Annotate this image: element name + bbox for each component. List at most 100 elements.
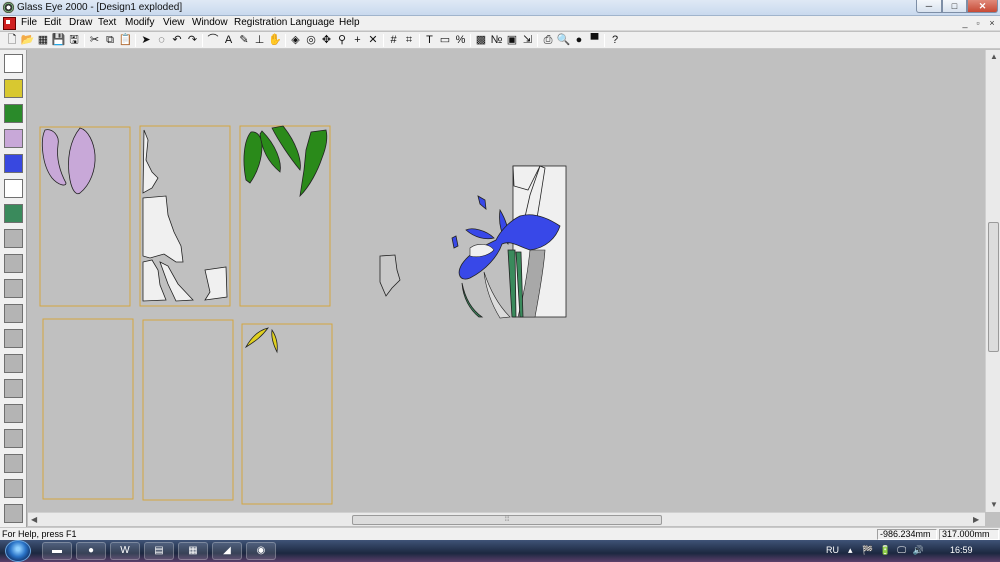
ruler-icon[interactable]: ▭ xyxy=(438,33,452,47)
text-tool-icon[interactable]: A xyxy=(222,33,236,47)
app-taskbar-icon[interactable]: ◢ xyxy=(212,542,242,560)
paste-icon[interactable]: 📋 xyxy=(119,33,133,47)
redo-icon[interactable]: ↷ xyxy=(186,33,200,47)
document-taskbar-icon[interactable]: ▤ xyxy=(144,542,174,560)
glass-eye-app-icon[interactable] xyxy=(2,1,15,14)
swatch-yellow-texture[interactable] xyxy=(4,79,23,98)
print-preview-icon[interactable]: 🔍 xyxy=(557,33,571,47)
cut-icon[interactable]: ✂ xyxy=(88,33,102,47)
scroll-right-icon[interactable]: ▶ xyxy=(973,515,979,524)
swatch-green-texture[interactable] xyxy=(4,104,23,123)
grid-icon[interactable]: # xyxy=(387,33,401,47)
zoom-icon[interactable]: ⚲ xyxy=(335,33,349,47)
mdi-close-button[interactable]: × xyxy=(986,18,998,29)
swatch-empty-8[interactable] xyxy=(4,404,23,423)
color-grid-icon[interactable]: ▩ xyxy=(474,33,488,47)
sheet-yellow[interactable] xyxy=(241,323,333,505)
vertical-scroll-thumb[interactable] xyxy=(988,222,999,352)
undo-icon[interactable]: ↶ xyxy=(170,33,184,47)
swatch-empty-5[interactable] xyxy=(4,329,23,348)
swatch-empty-6[interactable] xyxy=(4,354,23,373)
swatch-white[interactable] xyxy=(4,179,23,198)
open-icon[interactable]: 📂 xyxy=(21,33,35,47)
swatch-empty-10[interactable] xyxy=(4,454,23,473)
swatch-lilac-texture[interactable] xyxy=(4,129,23,148)
menu-view[interactable]: View xyxy=(163,17,185,28)
swatch-empty-1[interactable] xyxy=(4,229,23,248)
swatch-empty-2[interactable] xyxy=(4,254,23,273)
tray-expand-icon[interactable]: ▴ xyxy=(848,545,853,556)
text-height-icon[interactable]: T xyxy=(423,33,437,47)
swatch-empty-11[interactable] xyxy=(4,479,23,498)
green-piece-1[interactable] xyxy=(243,131,263,184)
explorer-taskbar-icon[interactable]: ▬ xyxy=(42,542,72,560)
mdi-minimize-button[interactable]: _ xyxy=(959,18,971,29)
new-icon[interactable]: 🗋 xyxy=(5,33,19,47)
maximize-button[interactable]: □ xyxy=(942,0,967,13)
yellow-piece-2[interactable] xyxy=(271,328,278,354)
scroll-down-icon[interactable]: ▼ xyxy=(990,500,998,509)
menu-text[interactable]: Text xyxy=(98,17,116,28)
menu-registration[interactable]: Registration xyxy=(234,17,287,28)
numbering-icon[interactable]: № xyxy=(490,33,504,47)
network-taskbar-icon[interactable]: ▦ xyxy=(178,542,208,560)
crosshair-icon[interactable]: + xyxy=(351,33,365,47)
scroll-left-icon[interactable]: ◀ xyxy=(31,515,37,524)
menu-draw[interactable]: Draw xyxy=(69,17,92,28)
help-pointer-icon[interactable]: ? xyxy=(608,33,622,47)
white-piece-4[interactable] xyxy=(159,261,194,302)
design-canvas[interactable] xyxy=(28,50,985,512)
swatch-empty-12[interactable] xyxy=(4,504,23,523)
clock[interactable]: 16:59 xyxy=(950,545,973,555)
swatch-empty-3[interactable] xyxy=(4,279,23,298)
yellow-piece-1[interactable] xyxy=(244,327,269,349)
stamp-icon[interactable]: ⊥ xyxy=(253,33,267,47)
firefox-taskbar-icon[interactable]: ● xyxy=(76,542,106,560)
curve-icon[interactable]: ⌒ xyxy=(206,33,220,47)
scroll-up-icon[interactable]: ▲ xyxy=(990,52,998,61)
word-taskbar-icon[interactable]: W xyxy=(110,542,140,560)
sheet-empty-1[interactable] xyxy=(42,318,134,500)
swatch-empty-7[interactable] xyxy=(4,379,23,398)
pencil-icon[interactable]: ✎ xyxy=(237,33,251,47)
menu-help[interactable]: Help xyxy=(339,17,360,28)
swatch-clear[interactable] xyxy=(4,54,23,73)
menu-modify[interactable]: Modify xyxy=(125,17,154,28)
vertical-scrollbar[interactable]: ▲ ▼ xyxy=(985,50,1000,512)
swatch-empty-4[interactable] xyxy=(4,304,23,323)
cross-delete-icon[interactable]: ✕ xyxy=(366,33,380,47)
white-piece-2[interactable] xyxy=(142,195,184,263)
glass-eye-taskbar-icon[interactable]: ◉ xyxy=(246,542,276,560)
start-button-icon[interactable] xyxy=(5,540,31,562)
menu-language[interactable]: Language xyxy=(290,17,335,28)
document-system-icon[interactable] xyxy=(3,17,16,30)
design-drawing[interactable] xyxy=(28,50,985,512)
horizontal-scroll-thumb[interactable]: ⦙⦙⦙ xyxy=(352,515,662,525)
swatch-empty-9[interactable] xyxy=(4,429,23,448)
minimize-button[interactable]: ─ xyxy=(916,0,942,13)
bomb-icon[interactable]: ● xyxy=(572,33,586,47)
sheet-empty-2[interactable] xyxy=(142,319,234,501)
import-icon[interactable]: ⇲ xyxy=(521,33,535,47)
lilac-piece-1[interactable] xyxy=(41,129,67,186)
monitor-icon[interactable]: ▀ xyxy=(588,33,602,47)
move-icon[interactable]: ✥ xyxy=(320,33,334,47)
fill-icon[interactable]: ◈ xyxy=(289,33,303,47)
tray-icons[interactable]: 🏁 🔋 🖵 🔊 xyxy=(862,545,926,556)
stray-piece[interactable] xyxy=(379,254,401,297)
percent-icon[interactable]: % xyxy=(454,33,468,47)
save-icon[interactable]: 💾 xyxy=(52,33,66,47)
menu-file[interactable]: File xyxy=(21,17,37,28)
white-piece-1[interactable] xyxy=(142,129,159,194)
lasso-icon[interactable]: ◌ xyxy=(155,33,169,47)
horizontal-scrollbar[interactable]: ◀ ⦙⦙⦙ ▶ xyxy=(28,512,985,526)
menu-window[interactable]: Window xyxy=(192,17,228,28)
copy-icon[interactable]: ⧉ xyxy=(103,33,117,47)
menu-edit[interactable]: Edit xyxy=(44,17,61,28)
pointer-icon[interactable]: ➤ xyxy=(139,33,153,47)
print-icon[interactable]: ⎙ xyxy=(541,33,555,47)
assembled-design[interactable] xyxy=(451,165,567,319)
target-icon[interactable]: ◎ xyxy=(304,33,318,47)
language-indicator[interactable]: RU xyxy=(826,545,839,555)
swatch-blue-texture[interactable] xyxy=(4,154,23,173)
